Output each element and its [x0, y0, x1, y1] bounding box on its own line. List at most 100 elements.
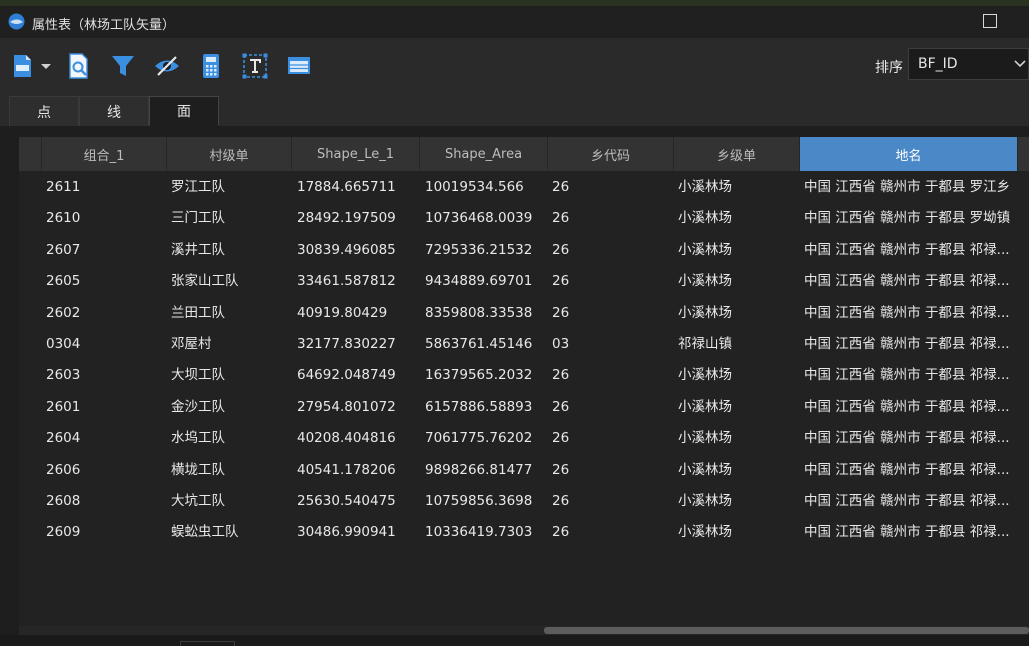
- cell-township-code[interactable]: 26: [552, 203, 674, 234]
- cell-shape-length[interactable]: 27954.801072: [297, 392, 420, 423]
- cell-township-unit[interactable]: 小溪林场: [678, 298, 800, 329]
- cell-township-code[interactable]: 26: [552, 266, 674, 297]
- table-window-button[interactable]: [284, 52, 314, 80]
- cell-township-unit[interactable]: 小溪林场: [678, 235, 800, 266]
- table-row[interactable]: 2607 溪井工队 30839.496085 7295336.21532 26 小溪林场中…: [19, 235, 1029, 266]
- cell-township-code[interactable]: 26: [552, 360, 674, 391]
- cell-shape-length[interactable]: 30486.990941: [297, 517, 420, 548]
- table-row[interactable]: 2610 三门工队 28492.197509 10736468.0039 26 小溪林场中…: [19, 203, 1029, 234]
- maximize-button[interactable]: [983, 14, 997, 28]
- cell-shape-area[interactable]: 5863761.45146: [425, 329, 548, 360]
- cell-shape-length[interactable]: 32177.830227: [297, 329, 420, 360]
- cell-shape-area[interactable]: 9898266.81477: [425, 455, 548, 486]
- cell-village-unit[interactable]: 张家山工队: [171, 266, 292, 297]
- cell-village-unit[interactable]: 邓屋村: [171, 329, 292, 360]
- column-header-township-unit[interactable]: 乡级单: [674, 137, 800, 171]
- cell-group-id[interactable]: 2605: [46, 266, 167, 297]
- cell-shape-length[interactable]: 17884.665711: [297, 172, 420, 203]
- cell-shape-length[interactable]: 30839.496085: [297, 235, 420, 266]
- sort-dropdown[interactable]: BF_ID: [908, 48, 1029, 80]
- column-header-township-code[interactable]: 乡代码: [548, 137, 674, 171]
- cell-village-unit[interactable]: 溪井工队: [171, 235, 292, 266]
- tab-line[interactable]: 线: [79, 96, 149, 126]
- cell-shape-area[interactable]: 10759856.3698: [425, 486, 548, 517]
- cell-place-name[interactable]: 中国 江西省 赣州市 于都县 祁禄...: [804, 486, 1018, 517]
- cell-place-name[interactable]: 中国 江西省 赣州市 于都县 祁禄...: [804, 235, 1018, 266]
- table-row[interactable]: 2606 横垅工队 40541.178206 9898266.81477 26 小溪林场中…: [19, 455, 1029, 486]
- cell-village-unit[interactable]: 三门工队: [171, 203, 292, 234]
- cell-place-name[interactable]: 中国 江西省 赣州市 于都县 祁禄...: [804, 392, 1018, 423]
- horizontal-scrollbar-thumb[interactable]: [544, 627, 1029, 634]
- cell-group-id[interactable]: 2611: [46, 172, 167, 203]
- cell-group-id[interactable]: 2602: [46, 298, 167, 329]
- cell-township-code[interactable]: 26: [552, 392, 674, 423]
- cell-township-unit[interactable]: 祁禄山镇: [678, 329, 800, 360]
- cell-group-id[interactable]: 2606: [46, 455, 167, 486]
- calculator-button[interactable]: [196, 52, 226, 80]
- column-header-village-unit[interactable]: 村级单: [167, 137, 292, 171]
- table-row[interactable]: 0304 邓屋村 32177.830227 5863761.45146 03 祁禄山镇 中国…: [19, 329, 1029, 360]
- cell-township-code[interactable]: 26: [552, 235, 674, 266]
- cell-place-name[interactable]: 中国 江西省 赣州市 于都县 罗坳镇: [804, 203, 1018, 234]
- column-header-shape-area[interactable]: Shape_Area: [420, 137, 548, 171]
- cell-shape-area[interactable]: 9434889.69701: [425, 266, 548, 297]
- cell-shape-length[interactable]: 40208.404816: [297, 423, 420, 454]
- cell-place-name[interactable]: 中国 江西省 赣州市 于都县 祁禄...: [804, 517, 1018, 548]
- cell-shape-area[interactable]: 10019534.566: [425, 172, 548, 203]
- cell-township-code[interactable]: 26: [552, 172, 674, 203]
- cell-shape-area[interactable]: 10336419.7303: [425, 517, 548, 548]
- hide-button[interactable]: [152, 52, 182, 80]
- horizontal-scrollbar[interactable]: [19, 626, 1029, 635]
- cell-group-id[interactable]: 2603: [46, 360, 167, 391]
- cell-shape-length[interactable]: 25630.540475: [297, 486, 420, 517]
- cell-township-code[interactable]: 26: [552, 298, 674, 329]
- cell-shape-area[interactable]: 16379565.2032: [425, 360, 548, 391]
- cell-township-code[interactable]: 03: [552, 329, 674, 360]
- cell-township-unit[interactable]: 小溪林场: [678, 423, 800, 454]
- table-row[interactable]: 2605 张家山工队 33461.587812 9434889.69701 26 小溪林场…: [19, 266, 1029, 297]
- cell-township-unit[interactable]: 小溪林场: [678, 517, 800, 548]
- cell-township-unit[interactable]: 小溪林场: [678, 360, 800, 391]
- cell-village-unit[interactable]: 水坞工队: [171, 423, 292, 454]
- cell-township-unit[interactable]: 小溪林场: [678, 486, 800, 517]
- cell-place-name[interactable]: 中国 江西省 赣州市 于都县 祁禄...: [804, 423, 1018, 454]
- filter-button[interactable]: [108, 52, 138, 80]
- table-row[interactable]: 2601 金沙工队 27954.801072 6157886.58893 26 小溪林场中…: [19, 392, 1029, 423]
- cell-place-name[interactable]: 中国 江西省 赣州市 于都县 祁禄...: [804, 455, 1018, 486]
- column-header-group-id[interactable]: 组合_1: [42, 137, 167, 171]
- cell-place-name[interactable]: 中国 江西省 赣州市 于都县 罗江乡: [804, 172, 1018, 203]
- table-row[interactable]: 2603 大坝工队 64692.048749 16379565.2032 26 小溪林场中…: [19, 360, 1029, 391]
- cell-township-unit[interactable]: 小溪林场: [678, 266, 800, 297]
- cell-place-name[interactable]: 中国 江西省 赣州市 于都县 祁禄...: [804, 329, 1018, 360]
- cell-township-code[interactable]: 26: [552, 423, 674, 454]
- cell-village-unit[interactable]: 大坝工队: [171, 360, 292, 391]
- cell-group-id[interactable]: 2608: [46, 486, 167, 517]
- cell-village-unit[interactable]: 金沙工队: [171, 392, 292, 423]
- inspect-button[interactable]: [64, 52, 94, 80]
- cell-village-unit[interactable]: 横垅工队: [171, 455, 292, 486]
- text-field-button[interactable]: [240, 52, 270, 80]
- column-header-shape-length[interactable]: Shape_Le_1: [292, 137, 420, 171]
- cell-place-name[interactable]: 中国 江西省 赣州市 于都县 祁禄...: [804, 298, 1018, 329]
- cell-township-code[interactable]: 26: [552, 455, 674, 486]
- cell-shape-area[interactable]: 7061775.76202: [425, 423, 548, 454]
- cell-township-unit[interactable]: 小溪林场: [678, 203, 800, 234]
- cell-place-name[interactable]: 中国 江西省 赣州市 于都县 祁禄...: [804, 360, 1018, 391]
- table-row[interactable]: 2604 水坞工队 40208.404816 7061775.76202 26 小溪林场中…: [19, 423, 1029, 454]
- cell-shape-length[interactable]: 64692.048749: [297, 360, 420, 391]
- table-row[interactable]: 2602 兰田工队 40919.80429 8359808.33538 26 小溪林场 中国…: [19, 298, 1029, 329]
- cell-group-id[interactable]: 2609: [46, 517, 167, 548]
- cell-group-id[interactable]: 2604: [46, 423, 167, 454]
- cell-group-id[interactable]: 0304: [46, 329, 167, 360]
- cell-township-code[interactable]: 26: [552, 517, 674, 548]
- cell-village-unit[interactable]: 兰田工队: [171, 298, 292, 329]
- cell-village-unit[interactable]: 罗江工队: [171, 172, 292, 203]
- cell-shape-length[interactable]: 33461.587812: [297, 266, 420, 297]
- cell-township-unit[interactable]: 小溪林场: [678, 392, 800, 423]
- cell-group-id[interactable]: 2601: [46, 392, 167, 423]
- table-row[interactable]: 2611 罗江工队 17884.665711 10019534.566 26 小溪林场 中国…: [19, 172, 1029, 203]
- export-csv-button[interactable]: [8, 52, 54, 80]
- cell-shape-area[interactable]: 8359808.33538: [425, 298, 548, 329]
- cell-place-name[interactable]: 中国 江西省 赣州市 于都县 祁禄...: [804, 266, 1018, 297]
- tab-point[interactable]: 点: [9, 96, 79, 126]
